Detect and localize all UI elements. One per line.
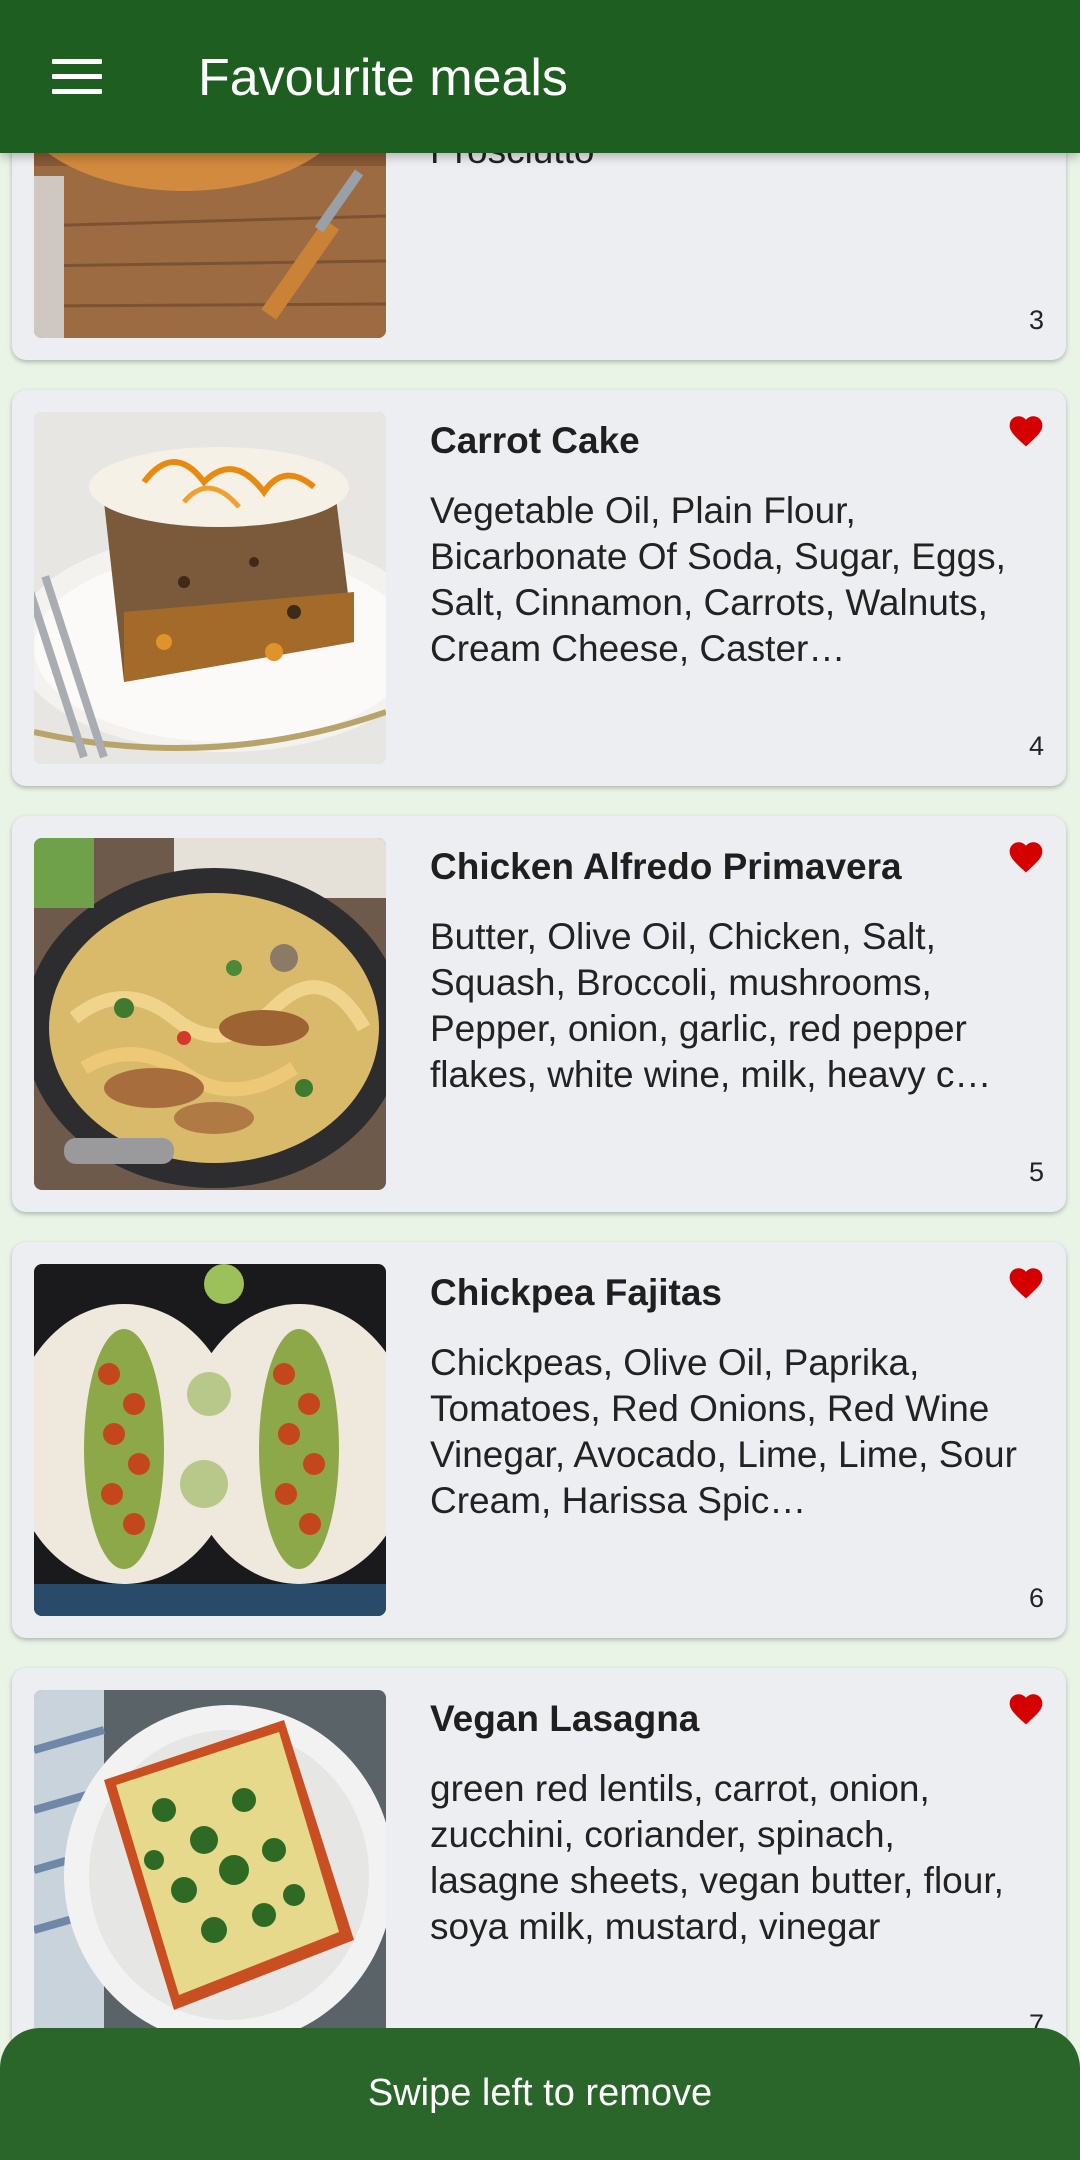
meal-image: [34, 1264, 386, 1616]
meal-card[interactable]: Vegan Lasagna green red lentils, carrot,…: [12, 1668, 1066, 2064]
page-title: Favourite meals: [198, 49, 568, 107]
meal-image: [34, 838, 386, 1190]
snackbar-message: Swipe left to remove: [367, 2072, 713, 2114]
heart-icon[interactable]: [1006, 1264, 1046, 1300]
meal-card[interactable]: Chicken Alfredo Primavera Butter, Olive …: [12, 816, 1066, 1212]
heart-icon[interactable]: [1006, 412, 1046, 448]
hamburger-menu-icon[interactable]: [52, 59, 102, 95]
meal-ingredients: Vegetable Oil, Plain Flour, Bicarbonate …: [430, 490, 1006, 669]
meal-index: 4: [1028, 731, 1044, 761]
meal-title: Carrot Cake: [430, 420, 640, 461]
meal-title: Vegan Lasagna: [430, 1698, 700, 1739]
meal-title: Chicken Alfredo Primavera: [430, 846, 902, 887]
meal-ingredients: green red lentils, carrot, onion, zucchi…: [430, 1768, 1004, 1947]
snackbar: Swipe left to remove: [0, 2028, 1080, 2160]
heart-icon[interactable]: [1006, 838, 1046, 874]
meal-index: 3: [1028, 305, 1044, 335]
meal-card[interactable]: Carrot Cake Vegetable Oil, Plain Flour, …: [12, 390, 1066, 786]
app-bar: Favourite meals: [0, 0, 1080, 153]
meal-list[interactable]: Milk, Eggs, Eggs, Butter, Brie, Prosciut…: [0, 0, 1080, 2160]
meal-ingredients: Chickpeas, Olive Oil, Paprika, Tomatoes,…: [430, 1342, 1017, 1521]
meal-title: Chickpea Fajitas: [430, 1272, 723, 1313]
meal-index: 6: [1028, 1583, 1044, 1613]
heart-icon[interactable]: [1006, 1690, 1046, 1726]
meal-image: [34, 412, 386, 764]
meal-ingredients: Butter, Olive Oil, Chicken, Salt, Squash…: [430, 916, 992, 1095]
meal-index: 5: [1028, 1157, 1044, 1187]
meal-image: [34, 1690, 386, 2042]
meal-card[interactable]: Chickpea Fajitas Chickpeas, Olive Oil, P…: [12, 1242, 1066, 1638]
